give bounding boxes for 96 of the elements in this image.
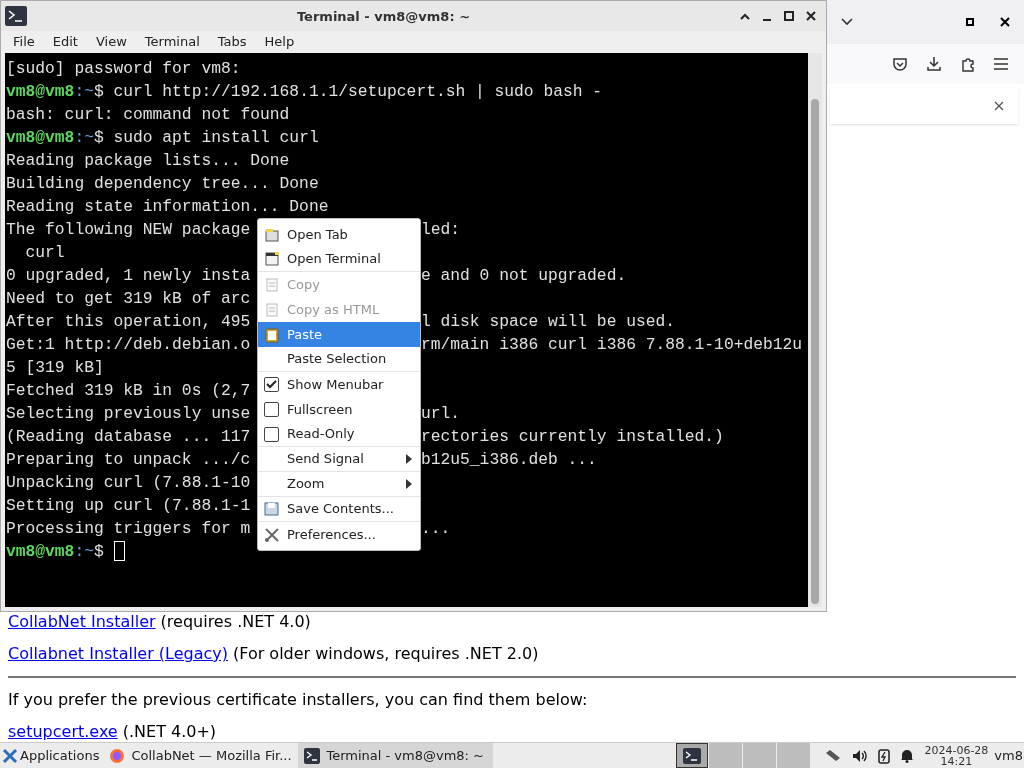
window-icon xyxy=(264,251,280,267)
output-text: bash: curl: command not found xyxy=(6,104,290,126)
document-icon xyxy=(264,301,280,318)
link[interactable]: setupcert.exe xyxy=(8,720,118,744)
window-title: Terminal - vm8@vm8: ~ xyxy=(296,9,471,24)
output-text: Setting up curl (7.88.1-1 xyxy=(6,495,251,517)
output-text: Building dependency tree... Done xyxy=(6,173,319,195)
paragraph: If you prefer the previous certificate installers, you can find them below: xyxy=(8,689,588,711)
menu-item[interactable]: Paste Selection xyxy=(258,347,420,372)
terminal-icon xyxy=(683,747,702,764)
menu-item[interactable]: View xyxy=(86,32,136,52)
output-text: e and 0 not upgraded. xyxy=(421,265,627,287)
clipboard-icon xyxy=(264,326,280,343)
output-text: Fetched 319 kB in 0s (2,7 xyxy=(6,380,251,402)
menu-item[interactable]: File xyxy=(4,32,44,52)
taskbar-button[interactable]: Terminal - vm8@vm8: ~ xyxy=(298,743,494,768)
chevron-down-icon[interactable] xyxy=(840,17,854,27)
output-text: Processing triggers for m xyxy=(6,518,251,540)
menu-item[interactable]: Edit xyxy=(43,32,87,52)
download-icon[interactable] xyxy=(926,56,942,72)
maximize-icon[interactable] xyxy=(784,11,794,21)
shade-icon[interactable] xyxy=(740,12,750,20)
document-icon xyxy=(264,276,280,293)
terminal-icon xyxy=(5,6,27,26)
output-text: ... xyxy=(421,518,451,540)
checkbox[interactable] xyxy=(264,402,279,417)
menu-item[interactable]: Open Tab xyxy=(258,222,420,247)
user-name[interactable]: vm8 xyxy=(994,745,1024,766)
menu-item[interactable]: Zoom xyxy=(258,472,420,497)
note-text: (For older windows, requires .NET 2.0) xyxy=(233,643,539,665)
menu-item[interactable]: Save Contents... xyxy=(258,497,420,522)
output-text: rectories currently installed.) xyxy=(421,426,724,448)
output-text: led: xyxy=(421,219,461,241)
tools-icon xyxy=(264,526,280,543)
workspace-button[interactable] xyxy=(676,743,709,768)
command-text: curl http://192.168.1.1/setupcert.sh | sudo bash - xyxy=(113,81,603,103)
tab-icon xyxy=(264,226,280,243)
bell-icon[interactable] xyxy=(900,748,915,763)
note-text: (.NET 4.0+) xyxy=(122,721,217,743)
close-icon[interactable] xyxy=(806,11,816,21)
submenu-arrow-icon xyxy=(406,479,412,489)
output-text: url. xyxy=(421,403,461,425)
save-icon xyxy=(264,501,280,517)
terminal-icon xyxy=(304,747,321,764)
menu-item[interactable]: Tabs xyxy=(208,32,256,52)
puzzle-icon[interactable] xyxy=(960,56,976,72)
volume-icon[interactable] xyxy=(852,748,869,763)
command-text: sudo apt install curl xyxy=(113,127,319,149)
scrollbar[interactable] xyxy=(808,53,822,607)
output-text: l disk space will be used. xyxy=(421,311,676,333)
output-text: Selecting previously unse xyxy=(6,403,251,425)
output-text: rm/main i386 curl i386 7.88.1-10+deb12u xyxy=(421,334,803,356)
date-text: 2024-06-28 xyxy=(924,744,989,756)
checkbox[interactable] xyxy=(264,426,279,442)
output-text: curl xyxy=(24,242,65,264)
checkbox[interactable] xyxy=(264,377,279,392)
menu-item[interactable]: Open Terminal xyxy=(258,247,420,272)
restore-icon[interactable] xyxy=(966,18,974,26)
submenu-arrow-icon xyxy=(406,454,412,464)
link[interactable]: Collabnet Installer (Legacy) xyxy=(8,642,228,666)
close-icon[interactable] xyxy=(994,101,1004,111)
pocket-icon[interactable] xyxy=(892,56,908,72)
note-text: (requires .NET 4.0) xyxy=(160,611,311,633)
shell-prompt: vm8@vm8:~$ xyxy=(6,541,105,563)
output-text: Need to get 319 kB of arc xyxy=(6,288,251,310)
output-text: Unpacking curl (7.88.1-10 xyxy=(6,472,251,494)
shell-prompt: vm8@vm8:~$ xyxy=(6,127,105,149)
output-text: 5 [319 kB] xyxy=(6,357,104,379)
link[interactable]: CollabNet Installer xyxy=(8,610,156,634)
output-text: (Reading database ... 117 xyxy=(6,426,251,448)
output-text: After this operation, 495 xyxy=(6,311,251,333)
x-logo-icon xyxy=(2,747,18,764)
menu-item[interactable]: Preferences... xyxy=(258,522,420,547)
battery-icon[interactable] xyxy=(878,747,891,764)
close-icon[interactable] xyxy=(1000,17,1010,27)
output-text: The following NEW package xyxy=(6,219,251,241)
output-text: 0 upgraded, 1 newly insta xyxy=(6,265,251,287)
output-text: Preparing to unpack .../c xyxy=(6,449,251,471)
menu-item[interactable]: Terminal xyxy=(135,32,209,52)
output-text: Reading package lists... Done xyxy=(6,150,290,172)
shell-prompt: vm8@vm8:~$ xyxy=(6,81,105,103)
output-text: b12u5_i386.deb ... xyxy=(421,449,597,471)
menu-icon[interactable] xyxy=(994,58,1008,70)
output-text: Reading state information... Done xyxy=(6,196,329,218)
applications-button[interactable]: Applications xyxy=(0,743,104,768)
text-cursor xyxy=(113,541,125,561)
menu-item[interactable]: Paste xyxy=(258,322,420,347)
output-text: Get:1 http://deb.debian.o xyxy=(6,334,251,356)
menu-item[interactable]: Read-Only xyxy=(258,422,420,447)
output-text: [sudo] password for vm8: xyxy=(6,58,241,80)
clock-text: 14:21 xyxy=(940,755,973,767)
menu-item[interactable]: Help xyxy=(255,32,304,52)
menu-item[interactable]: Fullscreen xyxy=(258,397,420,422)
menu-item[interactable]: Send Signal xyxy=(258,447,420,472)
menu-item[interactable]: Show Menubar xyxy=(258,372,420,397)
browser-icon xyxy=(109,747,126,764)
